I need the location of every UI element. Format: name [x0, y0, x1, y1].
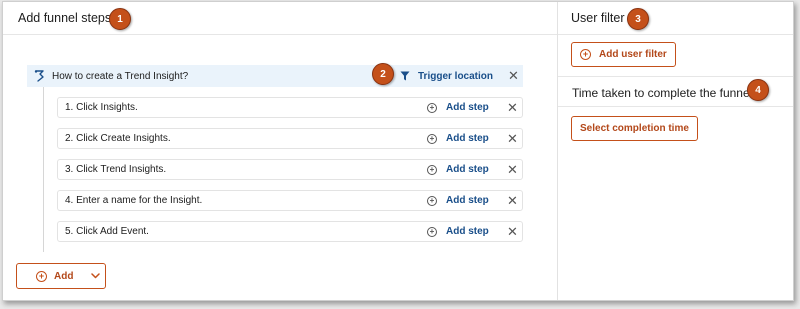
user-filter-header: User filter 3: [558, 2, 793, 35]
callout-badge-3: 3: [627, 8, 649, 30]
user-filter-title: User filter: [571, 11, 625, 25]
funnel-steps-title: Add funnel steps: [18, 11, 112, 25]
add-circle-icon: +: [427, 102, 437, 113]
step-label: 1. Click Insights.: [65, 102, 138, 113]
close-icon[interactable]: ✕: [507, 194, 518, 207]
add-step-button[interactable]: + Add step: [427, 129, 489, 148]
add-step-label: Add step: [446, 226, 489, 237]
add-circle-icon: +: [580, 49, 591, 60]
flow-group-row[interactable]: How to create a Trend Insight? 2 Trigger…: [27, 63, 523, 87]
add-user-filter-label: Add user filter: [599, 49, 667, 60]
add-step-button[interactable]: + Add step: [427, 191, 489, 210]
select-completion-time-button[interactable]: Select completion time: [571, 116, 698, 141]
add-step-label: Add step: [446, 195, 489, 206]
close-icon[interactable]: ✕: [507, 225, 518, 238]
callout-badge-2: 2: [372, 63, 394, 85]
trigger-location-button[interactable]: Trigger location: [400, 65, 493, 87]
add-circle-icon: +: [427, 195, 437, 206]
trigger-location-label: Trigger location: [418, 70, 494, 82]
add-circle-icon: +: [36, 270, 47, 282]
select-completion-time-label: Select completion time: [580, 123, 689, 134]
funnel-step-row[interactable]: 3. Click Trend Insights. + Add step ✕: [57, 159, 523, 180]
flow-icon: [33, 70, 45, 82]
funnel-steps-panel: Add funnel steps 1 How to create a Trend…: [3, 2, 557, 300]
add-step-button[interactable]: + Add step: [427, 160, 489, 179]
chevron-down-icon[interactable]: [91, 273, 101, 279]
add-circle-icon: +: [427, 133, 437, 144]
add-button-label: Add: [54, 270, 74, 282]
funnel-step-row[interactable]: 2. Click Create Insights. + Add step ✕: [57, 128, 523, 149]
section-divider: [558, 76, 793, 77]
filter-icon: [400, 71, 410, 81]
step-label: 5. Click Add Event.: [65, 226, 149, 237]
step-label: 2. Click Create Insights.: [65, 133, 171, 144]
close-icon[interactable]: ✕: [507, 163, 518, 176]
section-divider: [558, 106, 793, 107]
time-taken-title: Time taken to complete the funnel: [572, 86, 753, 100]
funnel-builder: Add funnel steps 1 How to create a Trend…: [2, 1, 794, 301]
close-icon[interactable]: ✕: [508, 69, 519, 82]
step-label: 4. Enter a name for the Insight.: [65, 195, 203, 206]
callout-badge-1: 1: [109, 8, 131, 30]
filters-panel: User filter 3 + Add user filter Time tak…: [557, 2, 793, 300]
callout-badge-4: 4: [747, 79, 769, 101]
flow-group-label: How to create a Trend Insight?: [52, 70, 189, 82]
funnel-step-row[interactable]: 4. Enter a name for the Insight. + Add st…: [57, 190, 523, 211]
add-user-filter-button[interactable]: + Add user filter: [571, 42, 676, 67]
funnel-steps-header: Add funnel steps 1: [3, 2, 557, 35]
step-label: 3. Click Trend Insights.: [65, 164, 167, 175]
add-step-button[interactable]: + Add step: [427, 222, 489, 241]
funnel-step-row[interactable]: 1. Click Insights. + Add step ✕: [57, 97, 523, 118]
add-step-label: Add step: [446, 102, 489, 113]
add-circle-icon: +: [427, 164, 437, 175]
add-step-label: Add step: [446, 133, 489, 144]
funnel-step-row[interactable]: 5. Click Add Event. + Add step ✕: [57, 221, 523, 242]
add-step-label: Add step: [446, 164, 489, 175]
add-circle-icon: +: [427, 226, 437, 237]
add-button[interactable]: + Add: [16, 263, 106, 289]
close-icon[interactable]: ✕: [507, 132, 518, 145]
close-icon[interactable]: ✕: [507, 101, 518, 114]
tree-connector: [43, 87, 44, 252]
add-step-button[interactable]: + Add step: [427, 98, 489, 117]
